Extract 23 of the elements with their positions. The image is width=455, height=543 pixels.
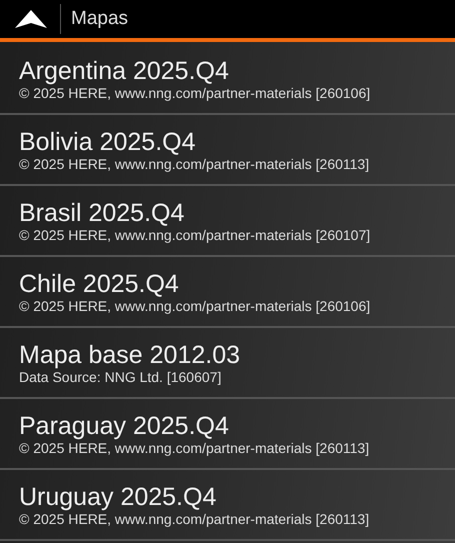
map-list-item[interactable]: Paraguay 2025.Q4 © 2025 HERE, www.nng.com/partner-materials [260113] (0, 399, 455, 470)
map-list-item[interactable]: Mapa base 2012.03 Data Source: NNG Ltd. [160607] (0, 328, 455, 399)
map-name: Chile 2025.Q4 (19, 270, 180, 298)
map-name: Brasil 2025.Q4 (19, 198, 186, 226)
page-title: Mapas (71, 8, 128, 30)
map-name: Paraguay 2025.Q4 (19, 412, 230, 440)
map-list-item[interactable]: Bolivia 2025.Q4 © 2025 HERE, www.nng.com/partner-materials [260113] (0, 115, 455, 186)
map-source: © 2025 HERE, www.nng.com/partner-materials [260113] (19, 156, 370, 172)
map-source: © 2025 HERE, www.nng.com/partner-materials [260107] (19, 226, 372, 242)
map-source: Data Source: NNG Ltd. [160607] (19, 368, 222, 384)
map-source: © 2025 HERE, www.nng.com/partner-materials [260106] (19, 84, 372, 100)
map-list-item[interactable]: Argentina 2025.Q4 © 2025 HERE, www.nng.com/partner-materials [260106] (0, 44, 455, 115)
map-list-item[interactable]: Chile 2025.Q4 © 2025 HERE, www.nng.com/partner-materials [260106] (0, 257, 455, 328)
map-name: Bolivia 2025.Q4 (19, 128, 197, 156)
map-source: © 2025 HERE, www.nng.com/partner-materials [260106] (19, 298, 372, 314)
map-source: © 2025 HERE, www.nng.com/partner-materials [260113] (19, 510, 370, 526)
map-name: Uruguay 2025.Q4 (19, 482, 218, 510)
up-arrow-icon (14, 9, 48, 29)
map-list-item[interactable]: Uruguay 2025.Q4 © 2025 HERE, www.nng.com/partner-materials [260113] (0, 470, 455, 541)
map-source: © 2025 HERE, www.nng.com/partner-materials [260113] (19, 440, 370, 456)
map-list-item[interactable]: Brasil 2025.Q4 © 2025 HERE, www.nng.com/partner-materials [260107] (0, 186, 455, 257)
map-name: Argentina 2025.Q4 (19, 56, 230, 84)
map-name: Mapa base 2012.03 (19, 340, 242, 368)
